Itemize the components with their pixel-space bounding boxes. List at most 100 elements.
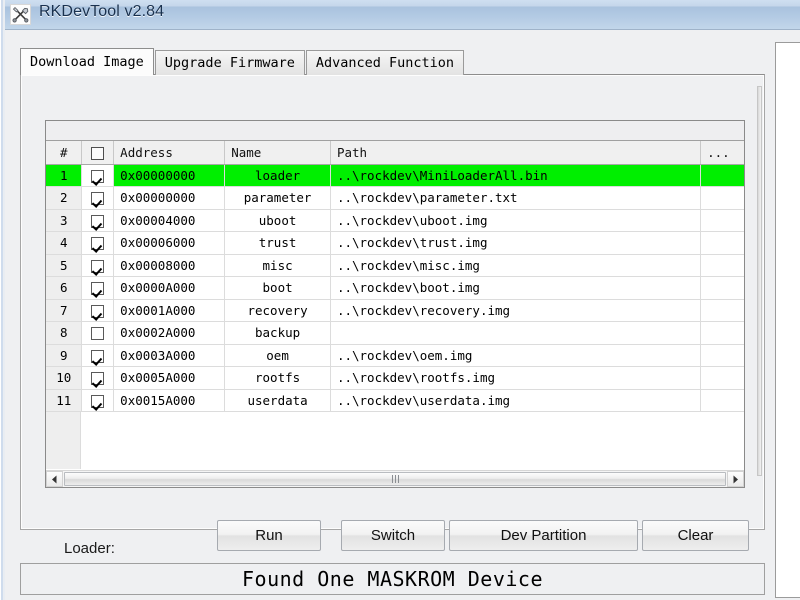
tab-upgrade-firmware[interactable]: Upgrade Firmware bbox=[154, 50, 305, 75]
scrollbar-thumb[interactable] bbox=[64, 472, 726, 486]
column-header-checkbox[interactable] bbox=[81, 141, 115, 165]
column-header-path[interactable]: Path bbox=[330, 141, 702, 165]
cell-dots bbox=[700, 164, 744, 187]
partition-table[interactable]: # Address Name Path ... 1 0x00000000 loade… bbox=[45, 120, 745, 488]
row-checkbox[interactable] bbox=[91, 349, 105, 363]
scroll-right-arrow-icon[interactable] bbox=[727, 471, 744, 487]
cell-dots bbox=[700, 299, 744, 322]
scrollbar-grip-icon bbox=[391, 475, 400, 483]
row-checkbox-cell[interactable] bbox=[81, 344, 115, 367]
cell-path bbox=[330, 321, 702, 345]
status-message: Found One MASKROM Device bbox=[242, 567, 543, 591]
cell-dots bbox=[700, 231, 744, 255]
client-area: Download Image Upgrade Firmware Advanced… bbox=[5, 30, 800, 600]
cell-path: ..\rockdev\misc.img bbox=[330, 254, 702, 277]
tab-label: Upgrade Firmware bbox=[164, 55, 295, 71]
row-checkbox-cell[interactable] bbox=[81, 209, 115, 232]
cell-path: ..\rockdev\rootfs.img bbox=[330, 366, 702, 390]
table-row[interactable]: 9 0x0003A000 oem ..\rockdev\oem.img bbox=[46, 344, 744, 367]
row-checkbox[interactable] bbox=[91, 237, 105, 251]
grid-toolstrip bbox=[46, 121, 744, 141]
grid-body: 1 0x00000000 loader ..\rockdev\MiniLoaderAl… bbox=[46, 164, 744, 412]
table-row[interactable]: 10 0x0005A000 rootfs ..\rockdev\rootfs.img bbox=[46, 366, 744, 390]
cell-name: oem bbox=[224, 344, 331, 367]
tools-icon bbox=[10, 4, 31, 25]
row-index: 9 bbox=[46, 344, 83, 367]
row-checkbox[interactable] bbox=[91, 327, 105, 341]
cell-address: 0x00004000 bbox=[113, 209, 226, 232]
table-row[interactable]: 1 0x00000000 loader ..\rockdev\MiniLoaderAl… bbox=[46, 164, 744, 187]
table-row[interactable]: 6 0x0000A000 boot ..\rockdev\boot.img bbox=[46, 276, 744, 300]
column-header-index[interactable]: # bbox=[46, 141, 83, 165]
table-row[interactable]: 5 0x00008000 misc ..\rockdev\misc.img bbox=[46, 254, 744, 277]
row-checkbox[interactable] bbox=[91, 304, 105, 318]
table-row[interactable]: 8 0x0002A000 backup bbox=[46, 321, 744, 345]
select-all-checkbox[interactable] bbox=[91, 146, 105, 160]
row-index: 8 bbox=[46, 321, 83, 345]
scroll-left-arrow-icon[interactable] bbox=[46, 471, 63, 487]
row-checkbox[interactable] bbox=[91, 259, 105, 273]
row-checkbox-cell[interactable] bbox=[81, 366, 115, 390]
log-panel-vertical-scrollbar[interactable] bbox=[757, 86, 762, 476]
table-row[interactable]: 11 0x0015A000 userdata ..\rockdev\userdata.… bbox=[46, 389, 744, 412]
cell-path: ..\rockdev\userdata.img bbox=[330, 389, 702, 412]
row-checkbox-cell[interactable] bbox=[81, 389, 115, 412]
cell-name: uboot bbox=[224, 209, 331, 232]
column-header-address[interactable]: Address bbox=[113, 141, 226, 165]
cell-dots bbox=[700, 389, 744, 412]
cell-name: rootfs bbox=[224, 366, 331, 390]
tab-label: Download Image bbox=[30, 54, 144, 70]
cell-dots bbox=[700, 254, 744, 277]
table-row[interactable]: 7 0x0001A000 recovery ..\rockdev\recovery.i… bbox=[46, 299, 744, 322]
grid-horizontal-scrollbar[interactable] bbox=[46, 470, 744, 487]
cell-dots bbox=[700, 321, 744, 345]
cell-address: 0x0001A000 bbox=[113, 299, 226, 322]
row-checkbox[interactable] bbox=[91, 169, 105, 183]
row-checkbox-cell[interactable] bbox=[81, 186, 115, 210]
row-index: 2 bbox=[46, 186, 83, 210]
cell-address: 0x00008000 bbox=[113, 254, 226, 277]
tab-download-image[interactable]: Download Image bbox=[20, 48, 154, 75]
row-checkbox-cell[interactable] bbox=[81, 231, 115, 255]
window-title: RKDevTool v2.84 bbox=[39, 3, 165, 20]
switch-button[interactable]: Switch bbox=[341, 520, 445, 551]
cell-address: 0x00000000 bbox=[113, 164, 226, 187]
cell-name: recovery bbox=[224, 299, 331, 322]
title-bar[interactable]: RKDevTool v2.84 bbox=[0, 0, 800, 30]
row-checkbox-cell[interactable] bbox=[81, 164, 115, 187]
cell-name: userdata bbox=[224, 389, 331, 412]
grid-header-row: # Address Name Path ... bbox=[46, 141, 744, 165]
row-checkbox[interactable] bbox=[91, 282, 105, 296]
cell-name: loader bbox=[224, 164, 331, 187]
log-panel[interactable] bbox=[775, 42, 800, 598]
row-index: 5 bbox=[46, 254, 83, 277]
scrollbar-track[interactable] bbox=[63, 471, 727, 487]
app-window: RKDevTool v2.84 Download Image Upgrade F… bbox=[0, 0, 800, 600]
cell-name: parameter bbox=[224, 186, 331, 210]
row-checkbox[interactable] bbox=[91, 214, 105, 228]
row-index: 10 bbox=[46, 366, 83, 390]
column-header-dots[interactable]: ... bbox=[700, 141, 744, 165]
cell-path: ..\rockdev\parameter.txt bbox=[330, 186, 702, 210]
cell-path: ..\rockdev\boot.img bbox=[330, 276, 702, 300]
row-checkbox[interactable] bbox=[91, 394, 105, 408]
row-checkbox-cell[interactable] bbox=[81, 276, 115, 300]
grid-empty-area[interactable] bbox=[46, 412, 744, 469]
row-checkbox-cell[interactable] bbox=[81, 321, 115, 345]
row-index: 11 bbox=[46, 389, 83, 412]
dev-partition-button[interactable]: Dev Partition bbox=[449, 520, 638, 551]
table-row[interactable]: 3 0x00004000 uboot ..\rockdev\uboot.img bbox=[46, 209, 744, 232]
tab-label: Advanced Function bbox=[315, 55, 455, 71]
column-header-name[interactable]: Name bbox=[224, 141, 331, 165]
run-button[interactable]: Run bbox=[217, 520, 321, 551]
tab-advanced-function[interactable]: Advanced Function bbox=[305, 50, 465, 75]
row-checkbox[interactable] bbox=[91, 372, 105, 386]
table-row[interactable]: 4 0x00006000 trust ..\rockdev\trust.img bbox=[46, 231, 744, 255]
row-checkbox-cell[interactable] bbox=[81, 299, 115, 322]
row-index: 4 bbox=[46, 231, 83, 255]
row-checkbox-cell[interactable] bbox=[81, 254, 115, 277]
row-checkbox[interactable] bbox=[91, 192, 105, 206]
cell-address: 0x00006000 bbox=[113, 231, 226, 255]
clear-button[interactable]: Clear bbox=[642, 520, 749, 551]
table-row[interactable]: 2 0x00000000 parameter ..\rockdev\parameter… bbox=[46, 186, 744, 210]
